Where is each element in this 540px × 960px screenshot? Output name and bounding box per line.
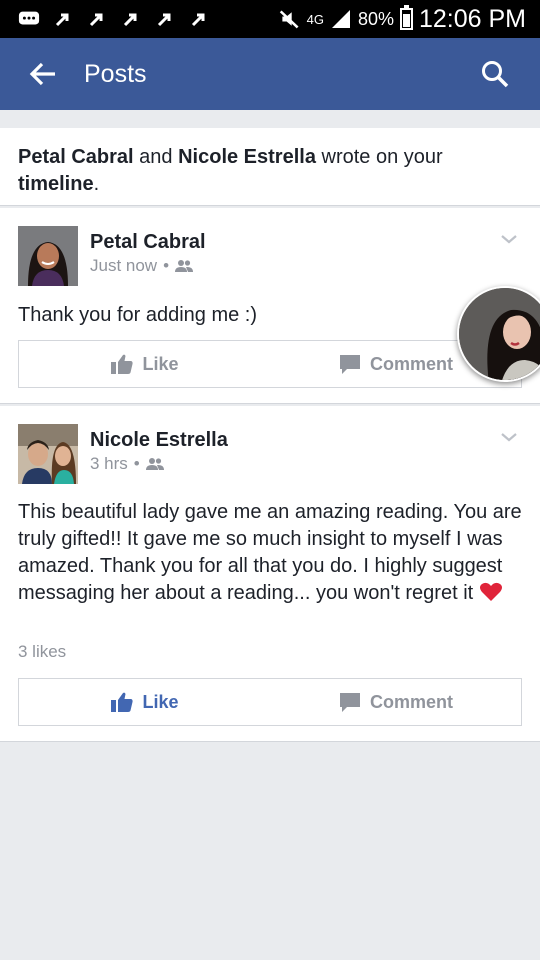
notice-connector: and [139,146,173,168]
comment-icon [339,693,360,712]
heart-icon [479,582,502,601]
friends-icon [175,260,194,272]
avatar[interactable] [18,424,78,484]
chevron-down-icon[interactable] [498,228,520,250]
comment-icon [339,355,360,374]
like-label: Like [142,691,179,712]
comment-button[interactable]: Comment [270,679,521,725]
avatar[interactable] [18,226,78,286]
like-label: Like [142,353,179,374]
clock: 12:06 PM [418,4,526,33]
like-button[interactable]: Like [19,679,270,725]
missed-call-icon [86,8,108,30]
search-icon [482,61,509,88]
post-card: Nicole Estrella 3 hrs • This beautiful l… [0,406,540,742]
thumbs-up-icon [111,354,134,374]
message-icon [18,8,40,30]
missed-call-icon [120,8,142,30]
meta-separator: • [133,454,140,473]
app-header: Posts [0,38,540,110]
comment-label: Comment [369,353,453,374]
post-actions: Like Comment [18,340,522,388]
notice-name-1[interactable]: Petal Cabral [18,146,134,168]
arrow-left-icon [29,62,55,86]
battery-percent: 80% [357,8,394,29]
post-text: This beautiful lady gave me an amazing r… [18,499,522,607]
friends-icon [145,458,164,470]
page-title: Posts [84,59,147,88]
notice-text: wrote on your [321,146,443,168]
back-button[interactable] [18,49,68,99]
signal-icon [330,8,352,30]
post-author[interactable]: Petal Cabral [90,231,206,254]
post-time[interactable]: Just now [90,256,157,276]
like-button[interactable]: Like [19,341,270,387]
notice-period: . [93,173,100,195]
search-button[interactable] [470,49,520,99]
post-text: Thank you for adding me :) [18,304,258,326]
comment-label: Comment [369,691,453,712]
missed-call-icon [52,8,74,30]
likes-count[interactable]: 3 likes [18,642,66,662]
thumbs-up-icon [111,692,134,712]
post-text-body: This beautiful lady gave me an amazing r… [18,501,522,604]
missed-call-icon [188,8,210,30]
notice-timeline[interactable]: timeline [18,173,94,195]
notice-name-2[interactable]: Nicole Estrella [178,146,316,168]
chevron-down-icon[interactable] [498,426,520,448]
post-meta: 3 hrs • [90,454,164,474]
post-card: Petal Cabral Just now • Thank you for ad… [0,208,540,404]
post-meta: Just now • [90,256,194,276]
post-author[interactable]: Nicole Estrella [90,429,228,452]
network-type: 4G [306,11,324,27]
battery-icon [399,5,413,30]
missed-call-icon [154,8,176,30]
mute-icon [279,8,301,30]
post-actions: Like Comment [18,678,522,726]
meta-separator: • [163,256,170,275]
notification-icons [0,8,210,30]
timeline-notice[interactable]: Petal Cabral and Nicole Estrella wrote o… [0,128,540,206]
post-time[interactable]: 3 hrs [90,454,128,474]
status-bar: 4G 80% 12:06 PM [0,0,540,38]
